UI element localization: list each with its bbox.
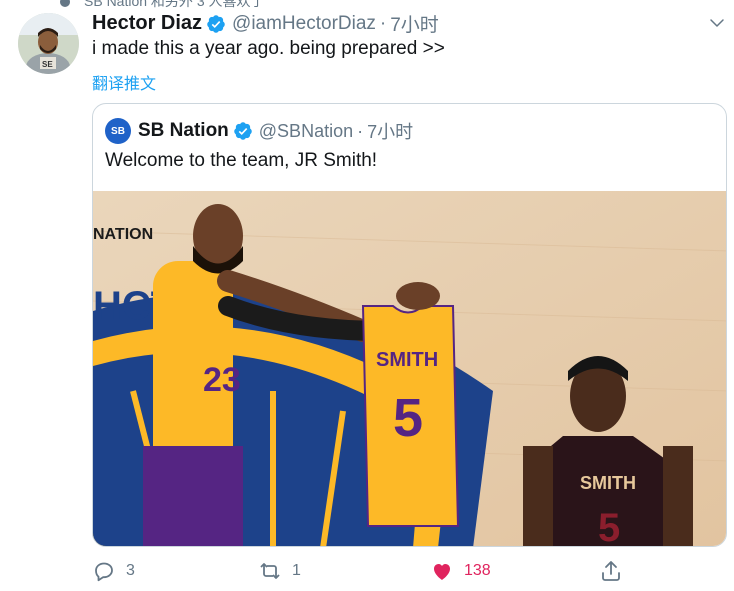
separator-dot: · bbox=[379, 12, 387, 34]
quoted-author-name: SB Nation bbox=[138, 120, 229, 141]
quoted-author-handle: @SBNation bbox=[258, 120, 354, 141]
svg-text:SE: SE bbox=[42, 60, 53, 69]
social-context-text: SB Nation 和另外 3 人喜欢了 bbox=[84, 0, 265, 9]
retweet-button[interactable]: 1 bbox=[258, 556, 301, 586]
tweet-text: i made this a year ago. being prepared >… bbox=[92, 38, 445, 59]
avatar[interactable]: SE bbox=[18, 13, 79, 74]
quoted-tweet-text: Welcome to the team, JR Smith! bbox=[105, 150, 378, 171]
svg-text:23: 23 bbox=[203, 361, 241, 399]
watermark-text: NATION bbox=[93, 226, 153, 243]
quoted-tweet-time: 7小时 bbox=[367, 122, 414, 142]
quoted-tweet-media[interactable]: HCTOR NATION 23 SMITH 5 bbox=[93, 191, 726, 547]
reply-icon bbox=[95, 562, 113, 582]
verified-icon bbox=[207, 14, 225, 33]
author-name[interactable]: Hector Diaz bbox=[92, 12, 202, 35]
like-icon bbox=[434, 564, 450, 580]
player-jersey-name: SMITH bbox=[580, 473, 636, 493]
verified-icon bbox=[234, 122, 252, 140]
retweet-count: 1 bbox=[292, 562, 301, 579]
liked-icon bbox=[60, 0, 70, 8]
retweet-icon bbox=[260, 563, 280, 579]
share-button[interactable] bbox=[599, 556, 623, 586]
tweet-header: Hector Diaz @iamHectorDiaz · 7小时 bbox=[92, 10, 439, 37]
quoted-tweet-header: SB SB Nation @SBNation · 7小时 bbox=[105, 118, 413, 144]
reply-count: 3 bbox=[126, 562, 135, 579]
tweet-time[interactable]: 7小时 bbox=[390, 10, 439, 37]
action-bar: 3 1 138 bbox=[0, 556, 734, 586]
author-handle[interactable]: @iamHectorDiaz bbox=[232, 13, 376, 35]
quoted-tweet[interactable]: SB SB Nation @SBNation · 7小时 Welcome to … bbox=[92, 103, 727, 547]
translate-link[interactable]: 翻译推文 bbox=[92, 70, 156, 94]
like-button[interactable]: 138 bbox=[430, 556, 491, 586]
jersey-number: 5 bbox=[393, 388, 423, 448]
share-icon bbox=[602, 561, 620, 581]
player-jersey-number: 5 bbox=[598, 506, 620, 547]
sbnation-logo: SB bbox=[105, 118, 131, 144]
jersey-name: SMITH bbox=[376, 349, 438, 371]
like-count: 138 bbox=[464, 562, 491, 579]
held-jersey: SMITH 5 bbox=[361, 305, 460, 527]
chevron-down-icon[interactable] bbox=[708, 14, 726, 32]
separator-dot: · bbox=[357, 120, 364, 141]
reply-button[interactable]: 3 bbox=[92, 556, 135, 586]
